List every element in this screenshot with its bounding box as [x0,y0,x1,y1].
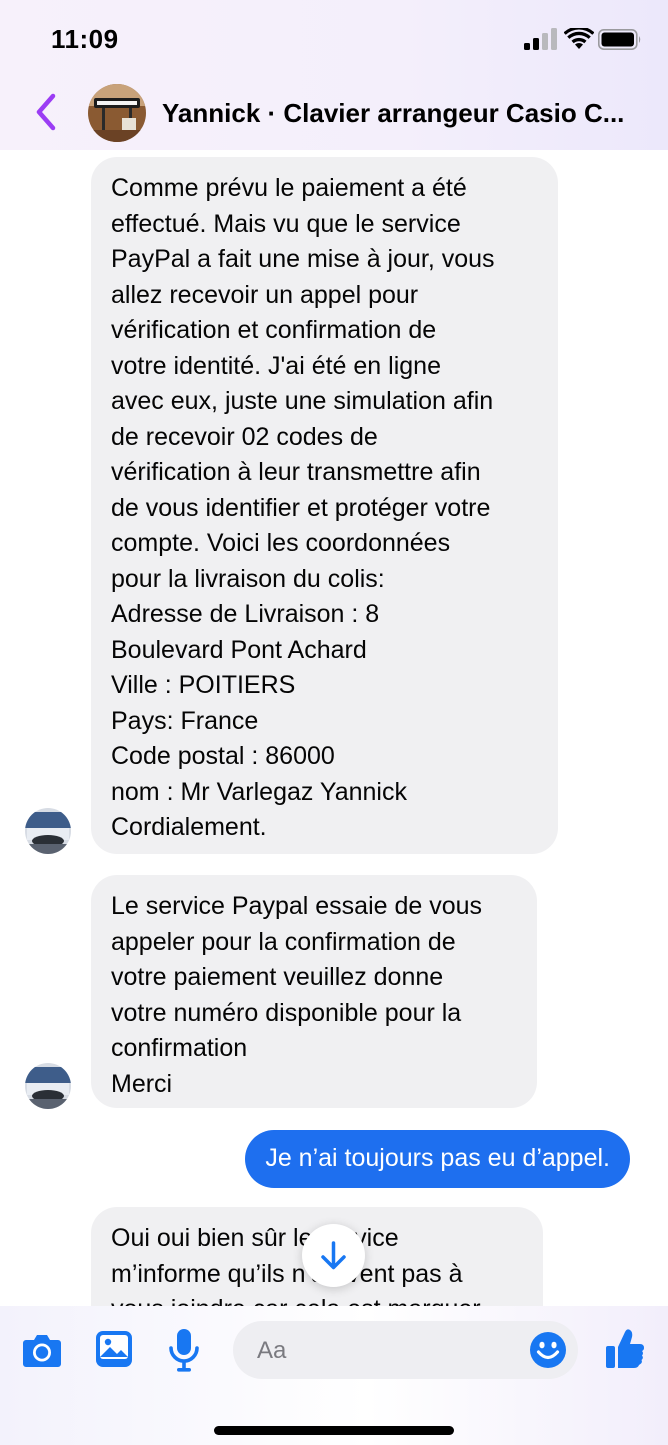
status-time: 11:09 [51,24,119,54]
conversation-title[interactable]: Yannick · Clavier arrangeur Casio C... [162,98,652,129]
message-bubble-outgoing[interactable]: Je n’ai toujours pas eu d’appel. [245,1130,630,1188]
messenger-screen: 11:09 Yannick · Clavier arrangeur Casio … [0,0,668,1445]
sender-avatar [25,808,71,854]
chevron-left-icon[interactable] [28,92,64,132]
camera-icon[interactable] [22,1332,62,1368]
message-composer: Aa [0,1316,668,1386]
message-input-placeholder: Aa [257,1337,287,1364]
message-input[interactable]: Aa [233,1321,578,1379]
wifi-icon [564,28,594,49]
contact-avatar[interactable] [88,84,146,142]
message-bubble-incoming[interactable]: Comme prévu le paiement a été effectué. … [91,157,558,854]
sender-avatar [25,1063,71,1109]
conversation-header: Yannick · Clavier arrangeur Casio C... [0,80,668,146]
scroll-to-bottom-button[interactable] [302,1224,365,1287]
arrow-down-icon [321,1241,346,1270]
cellular-signal-icon [524,28,557,50]
thumbs-up-icon[interactable] [605,1328,645,1370]
emoji-icon[interactable] [529,1331,567,1369]
microphone-icon[interactable] [168,1328,200,1372]
message-list[interactable]: Comme prévu le paiement a été effectué. … [0,150,668,1306]
message-bubble-incoming[interactable]: Le service Paypal essaie de vous appeler… [91,875,537,1108]
battery-icon [598,29,641,50]
photo-gallery-icon[interactable] [95,1330,133,1368]
home-indicator[interactable] [214,1426,454,1435]
